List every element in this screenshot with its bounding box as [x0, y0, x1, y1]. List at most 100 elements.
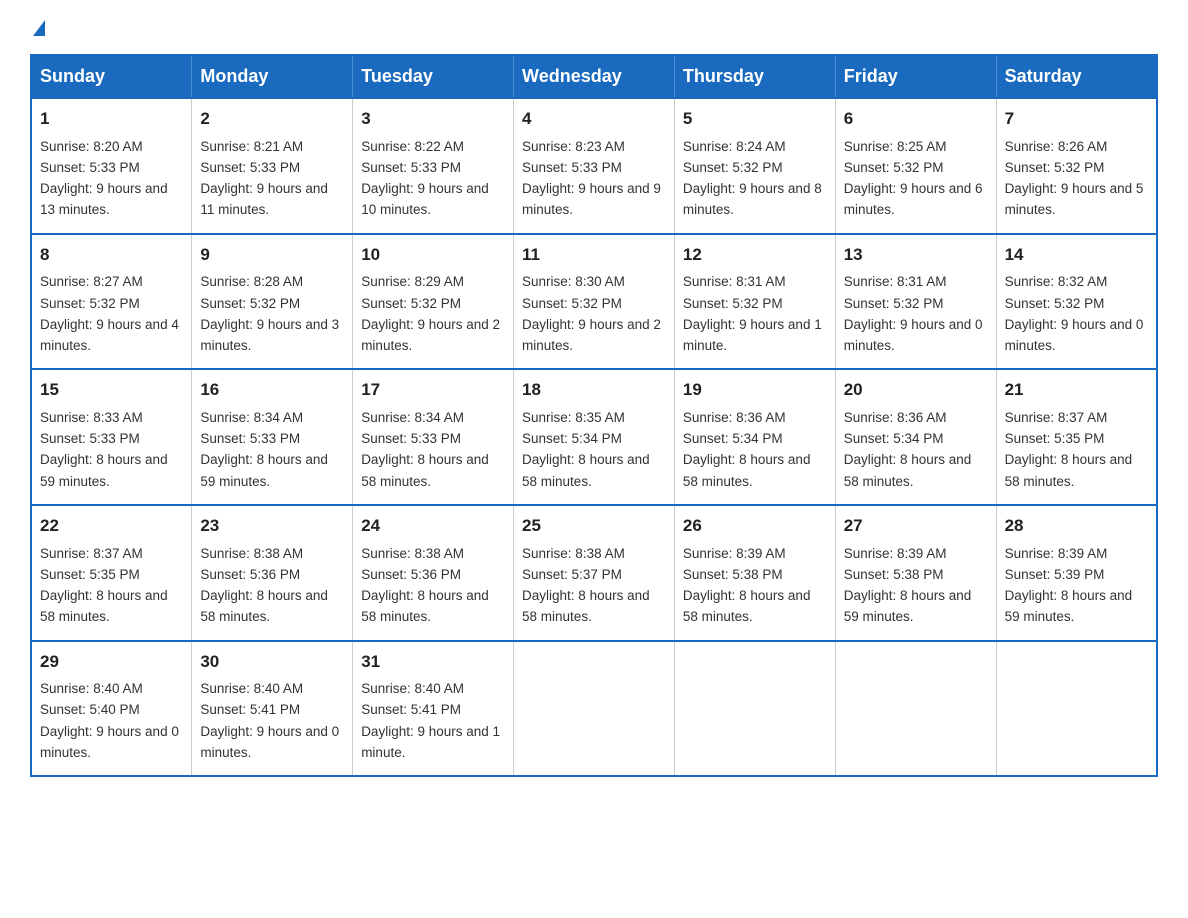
day-info: Sunrise: 8:22 AMSunset: 5:33 PMDaylight:…	[361, 139, 489, 218]
day-number: 29	[40, 650, 183, 675]
calendar-cell: 21 Sunrise: 8:37 AMSunset: 5:35 PMDaylig…	[996, 369, 1157, 505]
day-info: Sunrise: 8:26 AMSunset: 5:32 PMDaylight:…	[1005, 139, 1144, 218]
day-number: 24	[361, 514, 505, 539]
day-number: 4	[522, 107, 666, 132]
calendar-cell	[514, 641, 675, 777]
col-header-friday: Friday	[835, 55, 996, 98]
day-number: 9	[200, 243, 344, 268]
day-number: 21	[1005, 378, 1148, 403]
calendar-cell: 25 Sunrise: 8:38 AMSunset: 5:37 PMDaylig…	[514, 505, 675, 641]
day-number: 30	[200, 650, 344, 675]
day-info: Sunrise: 8:34 AMSunset: 5:33 PMDaylight:…	[361, 410, 489, 489]
calendar-cell: 12 Sunrise: 8:31 AMSunset: 5:32 PMDaylig…	[674, 234, 835, 370]
calendar-week-row: 22 Sunrise: 8:37 AMSunset: 5:35 PMDaylig…	[31, 505, 1157, 641]
day-number: 13	[844, 243, 988, 268]
day-number: 17	[361, 378, 505, 403]
calendar-cell: 24 Sunrise: 8:38 AMSunset: 5:36 PMDaylig…	[353, 505, 514, 641]
calendar-cell: 27 Sunrise: 8:39 AMSunset: 5:38 PMDaylig…	[835, 505, 996, 641]
day-info: Sunrise: 8:40 AMSunset: 5:41 PMDaylight:…	[200, 681, 339, 760]
day-info: Sunrise: 8:34 AMSunset: 5:33 PMDaylight:…	[200, 410, 328, 489]
calendar-cell: 3 Sunrise: 8:22 AMSunset: 5:33 PMDayligh…	[353, 98, 514, 234]
calendar-table: SundayMondayTuesdayWednesdayThursdayFrid…	[30, 54, 1158, 777]
day-info: Sunrise: 8:20 AMSunset: 5:33 PMDaylight:…	[40, 139, 168, 218]
calendar-cell	[996, 641, 1157, 777]
day-number: 5	[683, 107, 827, 132]
day-number: 1	[40, 107, 183, 132]
calendar-cell: 14 Sunrise: 8:32 AMSunset: 5:32 PMDaylig…	[996, 234, 1157, 370]
day-number: 16	[200, 378, 344, 403]
calendar-cell: 8 Sunrise: 8:27 AMSunset: 5:32 PMDayligh…	[31, 234, 192, 370]
day-number: 27	[844, 514, 988, 539]
day-number: 22	[40, 514, 183, 539]
day-info: Sunrise: 8:39 AMSunset: 5:38 PMDaylight:…	[683, 546, 811, 625]
day-info: Sunrise: 8:37 AMSunset: 5:35 PMDaylight:…	[1005, 410, 1133, 489]
page-header	[30, 20, 1158, 34]
day-number: 20	[844, 378, 988, 403]
calendar-cell: 22 Sunrise: 8:37 AMSunset: 5:35 PMDaylig…	[31, 505, 192, 641]
calendar-cell: 19 Sunrise: 8:36 AMSunset: 5:34 PMDaylig…	[674, 369, 835, 505]
calendar-cell: 31 Sunrise: 8:40 AMSunset: 5:41 PMDaylig…	[353, 641, 514, 777]
day-info: Sunrise: 8:27 AMSunset: 5:32 PMDaylight:…	[40, 274, 179, 353]
day-info: Sunrise: 8:39 AMSunset: 5:38 PMDaylight:…	[844, 546, 972, 625]
col-header-wednesday: Wednesday	[514, 55, 675, 98]
day-number: 8	[40, 243, 183, 268]
day-info: Sunrise: 8:21 AMSunset: 5:33 PMDaylight:…	[200, 139, 328, 218]
day-info: Sunrise: 8:29 AMSunset: 5:32 PMDaylight:…	[361, 274, 500, 353]
calendar-cell: 18 Sunrise: 8:35 AMSunset: 5:34 PMDaylig…	[514, 369, 675, 505]
day-number: 26	[683, 514, 827, 539]
calendar-cell: 26 Sunrise: 8:39 AMSunset: 5:38 PMDaylig…	[674, 505, 835, 641]
day-info: Sunrise: 8:25 AMSunset: 5:32 PMDaylight:…	[844, 139, 983, 218]
day-info: Sunrise: 8:36 AMSunset: 5:34 PMDaylight:…	[683, 410, 811, 489]
calendar-week-row: 1 Sunrise: 8:20 AMSunset: 5:33 PMDayligh…	[31, 98, 1157, 234]
day-number: 25	[522, 514, 666, 539]
day-info: Sunrise: 8:28 AMSunset: 5:32 PMDaylight:…	[200, 274, 339, 353]
col-header-sunday: Sunday	[31, 55, 192, 98]
day-info: Sunrise: 8:39 AMSunset: 5:39 PMDaylight:…	[1005, 546, 1133, 625]
calendar-cell: 29 Sunrise: 8:40 AMSunset: 5:40 PMDaylig…	[31, 641, 192, 777]
day-number: 18	[522, 378, 666, 403]
day-info: Sunrise: 8:40 AMSunset: 5:40 PMDaylight:…	[40, 681, 179, 760]
day-info: Sunrise: 8:23 AMSunset: 5:33 PMDaylight:…	[522, 139, 661, 218]
day-info: Sunrise: 8:31 AMSunset: 5:32 PMDaylight:…	[844, 274, 983, 353]
day-info: Sunrise: 8:32 AMSunset: 5:32 PMDaylight:…	[1005, 274, 1144, 353]
calendar-cell: 4 Sunrise: 8:23 AMSunset: 5:33 PMDayligh…	[514, 98, 675, 234]
day-info: Sunrise: 8:31 AMSunset: 5:32 PMDaylight:…	[683, 274, 822, 353]
day-number: 19	[683, 378, 827, 403]
calendar-cell: 17 Sunrise: 8:34 AMSunset: 5:33 PMDaylig…	[353, 369, 514, 505]
calendar-week-row: 8 Sunrise: 8:27 AMSunset: 5:32 PMDayligh…	[31, 234, 1157, 370]
day-info: Sunrise: 8:24 AMSunset: 5:32 PMDaylight:…	[683, 139, 822, 218]
day-info: Sunrise: 8:30 AMSunset: 5:32 PMDaylight:…	[522, 274, 661, 353]
calendar-cell: 5 Sunrise: 8:24 AMSunset: 5:32 PMDayligh…	[674, 98, 835, 234]
day-number: 10	[361, 243, 505, 268]
calendar-cell: 30 Sunrise: 8:40 AMSunset: 5:41 PMDaylig…	[192, 641, 353, 777]
day-info: Sunrise: 8:33 AMSunset: 5:33 PMDaylight:…	[40, 410, 168, 489]
day-info: Sunrise: 8:35 AMSunset: 5:34 PMDaylight:…	[522, 410, 650, 489]
calendar-cell: 23 Sunrise: 8:38 AMSunset: 5:36 PMDaylig…	[192, 505, 353, 641]
calendar-cell: 1 Sunrise: 8:20 AMSunset: 5:33 PMDayligh…	[31, 98, 192, 234]
day-info: Sunrise: 8:38 AMSunset: 5:36 PMDaylight:…	[200, 546, 328, 625]
calendar-cell: 11 Sunrise: 8:30 AMSunset: 5:32 PMDaylig…	[514, 234, 675, 370]
calendar-cell	[835, 641, 996, 777]
calendar-cell: 6 Sunrise: 8:25 AMSunset: 5:32 PMDayligh…	[835, 98, 996, 234]
day-info: Sunrise: 8:38 AMSunset: 5:37 PMDaylight:…	[522, 546, 650, 625]
calendar-header-row: SundayMondayTuesdayWednesdayThursdayFrid…	[31, 55, 1157, 98]
day-number: 23	[200, 514, 344, 539]
day-number: 3	[361, 107, 505, 132]
calendar-cell: 28 Sunrise: 8:39 AMSunset: 5:39 PMDaylig…	[996, 505, 1157, 641]
col-header-saturday: Saturday	[996, 55, 1157, 98]
calendar-cell: 20 Sunrise: 8:36 AMSunset: 5:34 PMDaylig…	[835, 369, 996, 505]
day-number: 12	[683, 243, 827, 268]
day-number: 7	[1005, 107, 1148, 132]
day-number: 31	[361, 650, 505, 675]
col-header-tuesday: Tuesday	[353, 55, 514, 98]
day-number: 14	[1005, 243, 1148, 268]
calendar-cell: 15 Sunrise: 8:33 AMSunset: 5:33 PMDaylig…	[31, 369, 192, 505]
day-info: Sunrise: 8:38 AMSunset: 5:36 PMDaylight:…	[361, 546, 489, 625]
calendar-cell: 13 Sunrise: 8:31 AMSunset: 5:32 PMDaylig…	[835, 234, 996, 370]
day-info: Sunrise: 8:40 AMSunset: 5:41 PMDaylight:…	[361, 681, 500, 760]
calendar-cell: 7 Sunrise: 8:26 AMSunset: 5:32 PMDayligh…	[996, 98, 1157, 234]
logo	[30, 20, 45, 34]
calendar-cell: 10 Sunrise: 8:29 AMSunset: 5:32 PMDaylig…	[353, 234, 514, 370]
day-info: Sunrise: 8:37 AMSunset: 5:35 PMDaylight:…	[40, 546, 168, 625]
calendar-week-row: 29 Sunrise: 8:40 AMSunset: 5:40 PMDaylig…	[31, 641, 1157, 777]
